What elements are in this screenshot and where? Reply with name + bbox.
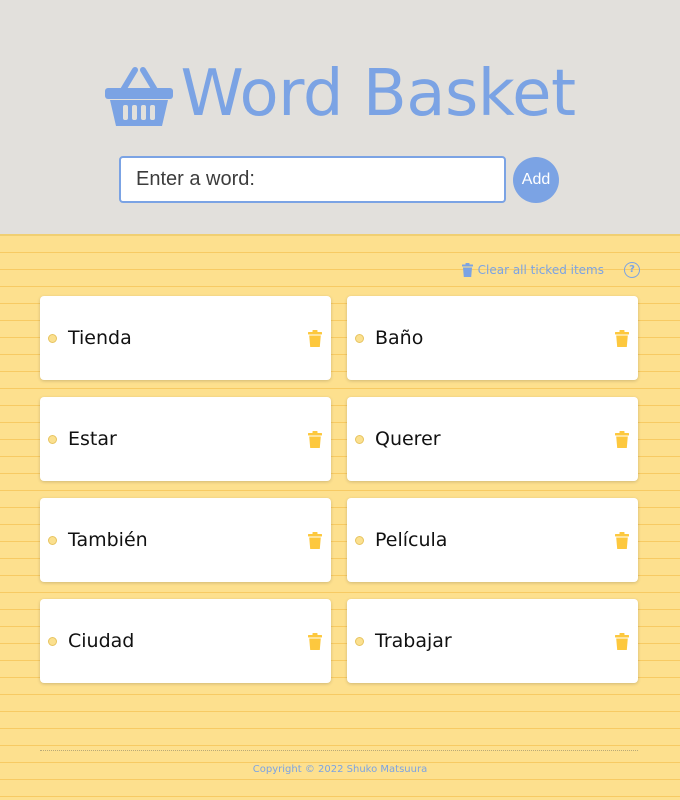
word-label: Trabajar [375,630,452,652]
trash-icon[interactable] [308,532,322,549]
word-card: Querer [347,397,638,481]
tick-checkbox[interactable] [355,636,364,646]
word-entry-row: Add [119,156,559,203]
word-label: Tienda [68,327,132,349]
tick-checkbox[interactable] [48,434,57,444]
tick-checkbox[interactable] [355,333,364,343]
word-card: Ciudad [40,599,331,683]
word-input[interactable] [119,156,506,203]
tick-checkbox[interactable] [48,535,57,545]
trash-icon[interactable] [615,532,629,549]
word-label: También [68,529,148,551]
copyright-text: Copyright © 2022 Shuko Matsuura [252,764,428,775]
trash-icon[interactable] [615,633,629,650]
word-card: Estar [40,397,331,481]
word-card: Tienda [40,296,331,380]
word-label: Película [375,529,448,551]
tick-checkbox[interactable] [355,535,364,545]
word-card: Baño [347,296,638,380]
trash-icon[interactable] [615,330,629,347]
help-icon[interactable]: ? [624,262,640,278]
word-label: Baño [375,327,424,349]
word-label: Estar [68,428,117,450]
basket-icon [105,67,174,126]
trash-icon[interactable] [308,330,322,347]
word-card: Película [347,498,638,582]
trash-icon [461,263,473,277]
word-label: Ciudad [68,630,135,652]
word-list-area: Clear all ticked items ? Tienda Baño Est… [0,236,680,800]
add-button[interactable]: Add [513,156,559,203]
tick-checkbox[interactable] [48,636,57,646]
clear-ticked-label: Clear all ticked items [477,263,604,277]
tick-checkbox[interactable] [355,434,364,444]
header: Word Basket Add [0,0,680,236]
tick-checkbox[interactable] [48,333,57,343]
list-toolbar: Clear all ticked items ? [461,262,640,278]
trash-icon[interactable] [308,633,322,650]
trash-icon[interactable] [308,431,322,448]
footer-divider [40,750,638,751]
clear-ticked-button[interactable]: Clear all ticked items [461,263,604,277]
title-row: Word Basket [0,56,680,132]
word-card: Trabajar [347,599,638,683]
word-card: También [40,498,331,582]
word-grid: Tienda Baño Estar Querer También Películ… [40,296,638,683]
app-title: Word Basket [180,57,576,131]
word-label: Querer [375,428,441,450]
trash-icon[interactable] [615,431,629,448]
